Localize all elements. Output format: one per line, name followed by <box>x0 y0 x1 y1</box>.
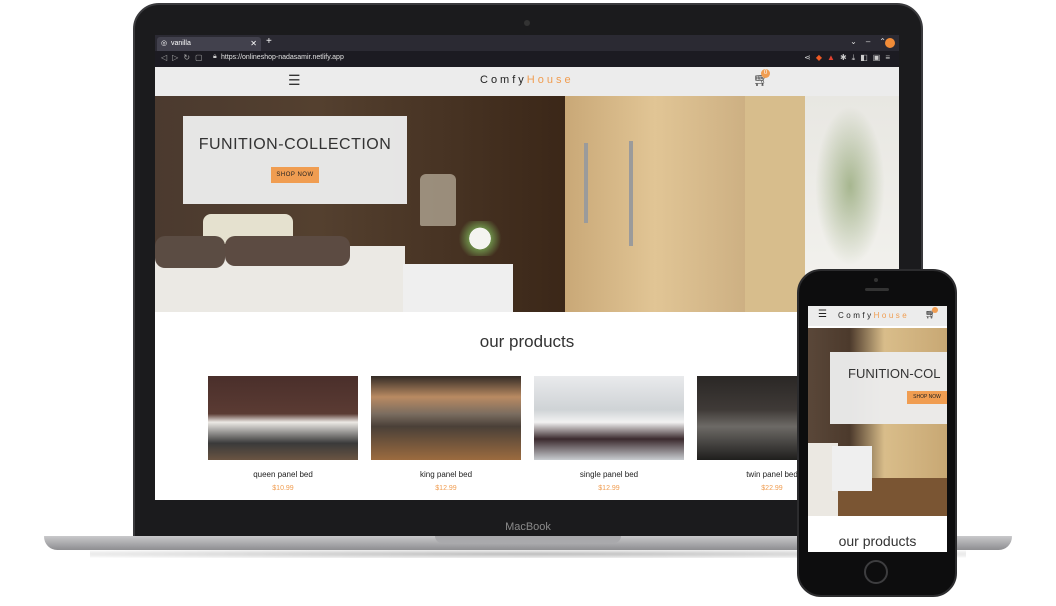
product-price: $12.99 <box>435 485 457 492</box>
phone-hero-section: FUNITION-COL SHOP NOW <box>808 328 947 516</box>
hero-flowers <box>455 221 505 256</box>
hero-wardrobe <box>565 96 745 312</box>
share-icon[interactable]: ⋖ <box>804 53 816 62</box>
product-image[interactable] <box>371 376 521 460</box>
hero-plant <box>815 106 885 266</box>
logo-accent-text: House <box>873 311 910 320</box>
shop-now-button[interactable]: SHOP NOW <box>271 167 319 183</box>
reload-icon[interactable]: ↻ <box>183 53 195 62</box>
plus-icon[interactable]: + <box>266 36 272 47</box>
product-name: queen panel bed <box>253 470 313 479</box>
browser-tab[interactable]: ◎ vanilla ✕ <box>157 37 261 51</box>
wardrobe-handle <box>629 141 633 246</box>
products-heading: our products <box>479 332 575 351</box>
logo-primary-text: Comfy <box>480 74 527 86</box>
back-icon[interactable]: ◁ <box>161 53 172 62</box>
hero-pillow <box>225 236 350 266</box>
laptop-screen: ◎ vanilla ✕ + ⌄–⌃ ◁▷↻▢ 🔒︎ https://online… <box>155 35 899 500</box>
laptop-notch <box>435 536 621 543</box>
menu-icon[interactable]: ≡ <box>885 53 895 62</box>
hero-banner: FUNITION-COLLECTION SHOP NOW <box>183 116 407 204</box>
product-name: single panel bed <box>579 470 639 479</box>
product-price: $10.99 <box>272 485 294 492</box>
rewards-icon[interactable]: ▲ <box>827 53 840 62</box>
phone-speaker <box>865 288 889 291</box>
logo-accent-text: House <box>526 74 574 86</box>
url-field[interactable]: https://onlineshop-nadasamir.netlify.app <box>221 54 344 61</box>
hero-nightstand <box>832 446 872 491</box>
phone-screen: ☰ ComfyHouse 🛒︎ FUNITION-COL SHOP NOW ou… <box>808 306 947 552</box>
hero-wardrobe-side <box>745 96 805 312</box>
site-logo[interactable]: ComfyHouse <box>480 74 574 86</box>
phone-camera <box>874 278 878 282</box>
download-icon[interactable]: ⤓ <box>852 53 861 62</box>
brave-shield-icon[interactable]: ◆ <box>816 53 827 62</box>
nav-buttons[interactable]: ◁▷↻▢ <box>161 53 208 62</box>
phone-site-logo[interactable]: ComfyHouse <box>838 311 909 320</box>
browser-url-bar: ◁▷↻▢ 🔒︎ https://onlineshop-nadasamir.net… <box>155 51 899 67</box>
laptop-brand-label: MacBook <box>505 521 551 533</box>
sidebar-icon[interactable]: ◧ <box>860 53 873 62</box>
toolbar-icons[interactable]: ⋖◆▲✱⤓◧▣≡ <box>804 53 895 63</box>
shop-now-button[interactable]: SHOP NOW <box>907 391 947 404</box>
logo-primary-text: Comfy <box>838 311 874 320</box>
product-image[interactable] <box>534 376 684 460</box>
phone-products-heading: our products <box>838 533 917 549</box>
cart-count-badge <box>932 307 938 313</box>
lock-icon: 🔒︎ <box>213 53 217 60</box>
product-price: $12.99 <box>598 485 620 492</box>
wardrobe-handle <box>584 143 588 223</box>
cart-count-badge: 0 <box>761 69 770 78</box>
phone-hero-banner: FUNITION-COL SHOP NOW <box>830 352 947 424</box>
browser-tab-bar: ◎ vanilla ✕ + ⌄–⌃ <box>155 35 899 51</box>
hero-title: FUNITION-COLLECTION <box>198 136 392 153</box>
wallet-icon[interactable]: ▣ <box>873 53 886 62</box>
phone-navbar: ☰ ComfyHouse 🛒︎ <box>808 306 947 326</box>
site-navbar: ☰ ComfyHouse 🛒︎ 0 <box>155 67 899 96</box>
close-icon[interactable]: ✕ <box>250 37 257 51</box>
phone-hero-title: FUNITION-COL <box>848 366 941 381</box>
product-image[interactable] <box>208 376 358 460</box>
bookmark-icon[interactable]: ▢ <box>195 53 208 62</box>
hero-section: FUNITION-COLLECTION SHOP NOW <box>155 96 899 312</box>
hero-pillow <box>155 236 225 268</box>
window-close-button[interactable] <box>885 38 895 48</box>
hero-nightstand <box>403 264 513 312</box>
hamburger-icon[interactable]: ☰ <box>818 309 827 320</box>
forward-icon[interactable]: ▷ <box>172 53 183 62</box>
tab-title: vanilla <box>171 40 191 47</box>
hero-lamp <box>420 174 456 226</box>
product-name: king panel bed <box>419 470 473 479</box>
globe-icon: ◎ <box>161 40 168 47</box>
phone-home-button[interactable] <box>864 560 888 584</box>
extension-icon[interactable]: ✱ <box>840 53 852 62</box>
hamburger-icon[interactable]: ☰ <box>288 72 301 89</box>
laptop-camera <box>524 20 530 26</box>
